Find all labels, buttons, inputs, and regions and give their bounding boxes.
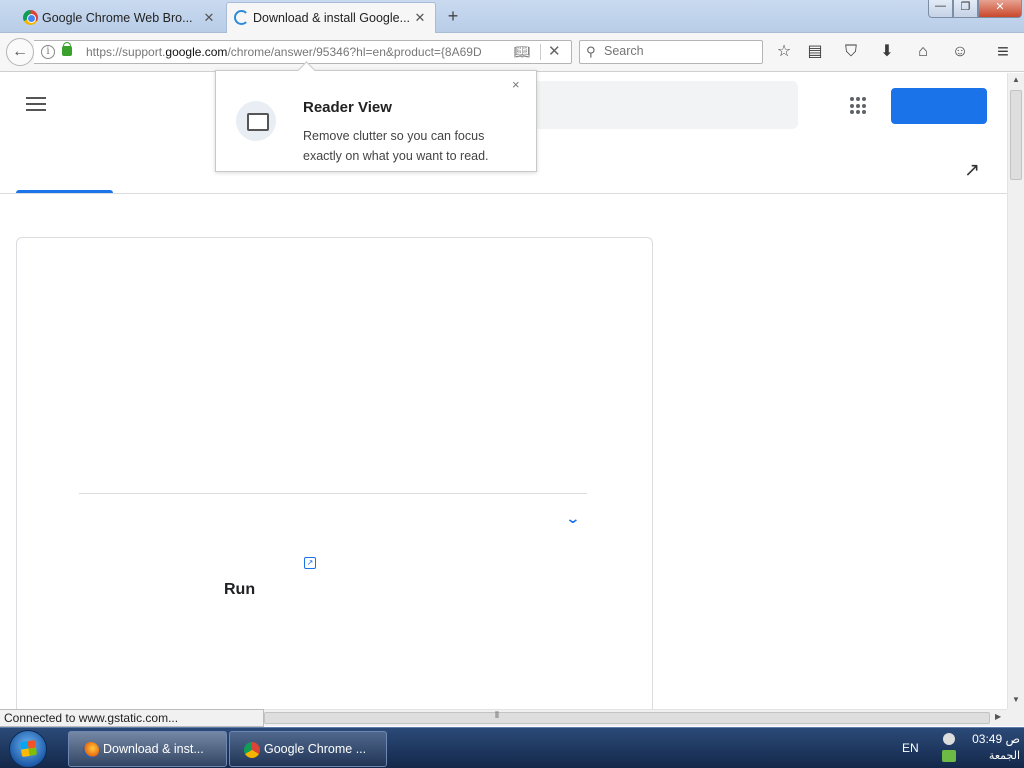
url-separator — [540, 44, 541, 60]
search-icon: ⚲ — [586, 44, 596, 59]
info-icon[interactable]: i — [41, 45, 55, 59]
popup-close-icon[interactable]: × — [512, 77, 520, 92]
reading-list-icon[interactable]: ▤ — [804, 41, 826, 63]
reader-view-popup: Reader View Remove clutter so you can fo… — [215, 70, 537, 172]
popup-description: Remove clutter so you can focus exactly … — [303, 129, 489, 163]
close-icon[interactable]: ✕ — [202, 10, 216, 26]
search-bar[interactable]: ⚲ — [579, 40, 763, 64]
scrollbar-thumb[interactable] — [1010, 90, 1022, 180]
scroll-down-icon[interactable]: ▼ — [1012, 695, 1020, 704]
close-icon[interactable]: ✕ — [413, 10, 427, 26]
back-button[interactable]: ← — [6, 38, 34, 66]
tray-security-icon[interactable] — [942, 750, 956, 762]
external-link-icon[interactable]: ↗ — [304, 557, 316, 569]
status-bar: Connected to www.gstatic.com... — [0, 709, 264, 727]
chrome-icon — [244, 742, 260, 758]
scroll-up-icon[interactable]: ▲ — [1012, 75, 1020, 84]
tab-strip: Google Chrome Web Bro... ✕ Download & in… — [0, 0, 1024, 33]
reader-view-icon[interactable]: 📖︎ — [514, 44, 531, 59]
chrome-icon — [23, 10, 38, 25]
start-button[interactable] — [9, 730, 47, 768]
smiley-feedback-icon[interactable]: ☺ — [949, 41, 971, 63]
horizontal-scrollbar[interactable]: ⦀ ▶ — [264, 709, 1007, 726]
system-clock[interactable]: 03:49 ص الجمعة — [962, 731, 1020, 765]
tab-title: Download & install Google... — [253, 11, 411, 25]
main-menu-icon[interactable] — [26, 97, 46, 111]
lock-icon[interactable] — [62, 42, 72, 56]
reader-view-icon — [236, 101, 276, 141]
sign-in-button[interactable] — [891, 88, 987, 124]
clock-day: الجمعة — [988, 750, 1020, 762]
home-icon[interactable]: ⌂ — [912, 41, 934, 63]
scroll-right-icon[interactable]: ▶ — [995, 712, 1001, 721]
open-external-icon[interactable]: ↗︎ — [964, 159, 984, 181]
pocket-icon[interactable]: ⛉ — [840, 41, 862, 63]
taskbar-item-label: Download & inst... — [103, 742, 204, 756]
scroll-grip-icon: ⦀ — [495, 710, 499, 720]
tab-google-chrome-web-browser[interactable]: Google Chrome Web Bro... ✕ — [16, 3, 224, 32]
content-card: ⌄ ↗ Run — [16, 237, 653, 709]
taskbar-item-firefox[interactable]: Download & inst... — [68, 731, 227, 767]
navigation-bar: ← i https://support.google.com/chrome/an… — [0, 33, 1024, 72]
active-tab-indicator[interactable] — [16, 190, 113, 193]
minimize-button[interactable]: — — [928, 0, 953, 18]
tab-download-install[interactable]: Download & install Google... ✕ — [226, 2, 436, 33]
popup-title: Reader View — [303, 99, 392, 116]
window-close-button[interactable]: ✕ — [978, 0, 1022, 18]
tab-title: Google Chrome Web Bro... — [42, 10, 193, 25]
apps-grid-icon[interactable] — [850, 97, 868, 115]
taskbar: Download & inst... Google Chrome ... EN … — [0, 727, 1024, 768]
help-center-search-box[interactable] — [505, 81, 798, 129]
url-text[interactable]: https://support.google.com/chrome/answer… — [86, 45, 506, 59]
scroll-corner — [1007, 709, 1024, 726]
stop-icon[interactable]: ✕ — [548, 42, 561, 60]
scrollbar-thumb[interactable] — [264, 712, 990, 724]
card-divider — [79, 493, 587, 494]
taskbar-item-label: Google Chrome ... — [264, 742, 367, 756]
chevron-down-icon[interactable]: ⌄ — [565, 510, 580, 527]
bookmark-star-icon[interactable]: ☆ — [773, 41, 795, 63]
search-input[interactable] — [604, 44, 754, 58]
url-bar[interactable]: i https://support.google.com/chrome/answ… — [34, 40, 572, 64]
language-indicator[interactable]: EN — [902, 741, 919, 755]
tab-bar-divider — [0, 193, 1007, 194]
menu-icon[interactable]: ≡ — [992, 41, 1014, 63]
taskbar-item-chrome[interactable]: Google Chrome ... — [229, 731, 387, 767]
maximize-button[interactable]: ❐ — [953, 0, 978, 18]
vertical-scrollbar[interactable]: ▲ ▼ — [1007, 73, 1024, 709]
download-icon[interactable]: ⬇ — [876, 41, 898, 63]
clock-time: 03:49 ص — [972, 732, 1020, 746]
new-tab-button[interactable]: + — [443, 6, 463, 26]
loading-spinner-icon — [234, 10, 249, 25]
tray-notification-icon[interactable] — [943, 733, 955, 745]
firefox-icon — [83, 742, 99, 758]
run-step-label: Run — [224, 581, 256, 598]
